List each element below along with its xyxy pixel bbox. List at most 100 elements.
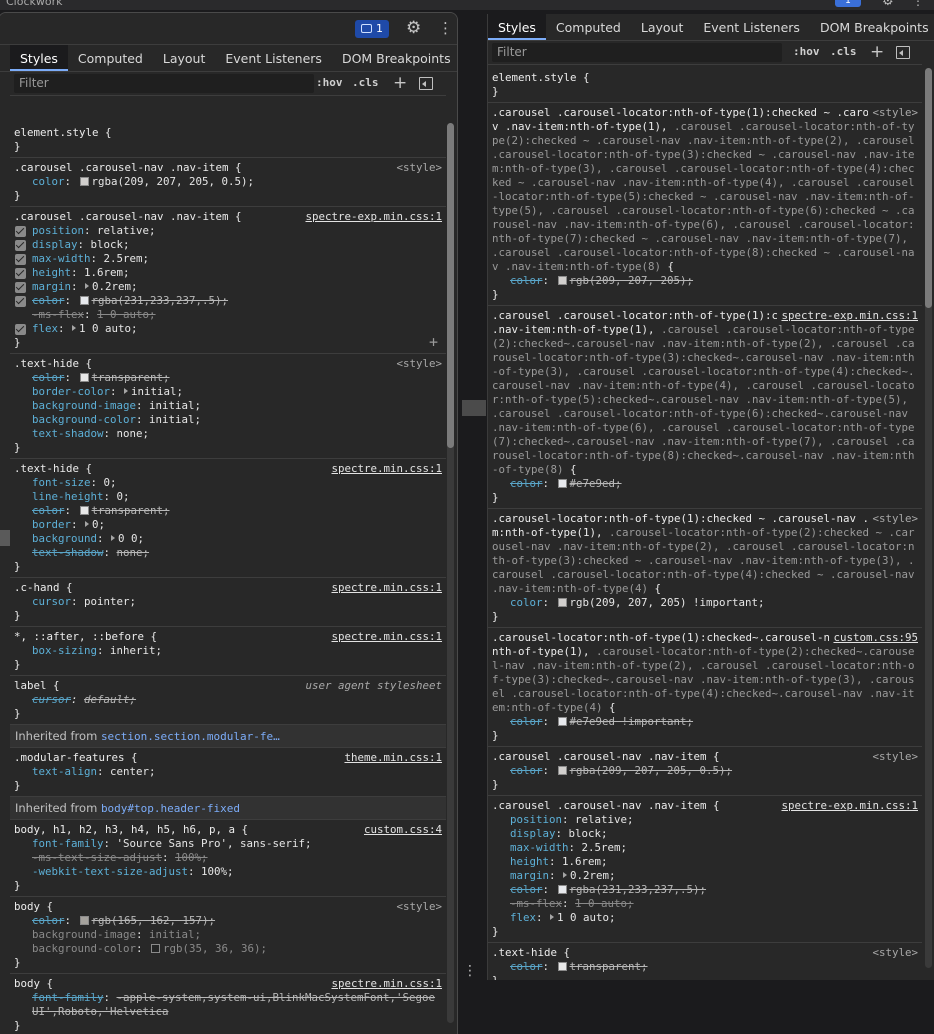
drawer-menu-icon[interactable]: ⋮ bbox=[463, 963, 477, 979]
css-property[interactable]: color: #e7e9ed !important; bbox=[492, 715, 918, 729]
css-property[interactable]: background-image: initial; bbox=[14, 928, 442, 942]
color-swatch[interactable] bbox=[557, 962, 567, 971]
css-property[interactable]: -ms-flex: 1 0 auto; bbox=[492, 897, 918, 911]
rule-source-link[interactable]: custom.css:4 bbox=[359, 823, 442, 837]
split-handle[interactable] bbox=[462, 400, 486, 416]
css-property[interactable]: color: rgba(231,233,237,.5); bbox=[492, 883, 918, 897]
css-property[interactable]: -ms-text-size-adjust: 100%; bbox=[14, 851, 442, 865]
rule-selector[interactable]: .carousel-locator:nth-of-type(1):checked… bbox=[492, 512, 918, 596]
color-swatch[interactable] bbox=[79, 373, 89, 382]
tab-dom-breakpoints[interactable]: DOM Breakpoints bbox=[810, 14, 934, 40]
css-property[interactable]: color: rgba(209, 207, 205, 0.5); bbox=[492, 764, 918, 778]
left-scrollbar[interactable] bbox=[447, 123, 454, 1023]
issues-button[interactable]: 1 bbox=[355, 20, 389, 38]
hover-state-button[interactable]: :hov bbox=[316, 76, 343, 89]
css-property[interactable]: background-color: rgb(35, 36, 36); bbox=[14, 942, 442, 956]
property-checkbox[interactable] bbox=[15, 254, 26, 265]
gear-icon[interactable]: ⚙ bbox=[406, 18, 421, 38]
rule-source-link[interactable]: <style> bbox=[868, 106, 918, 120]
rule-source-link[interactable]: spectre-exp.min.css:1 bbox=[777, 309, 918, 323]
color-swatch[interactable] bbox=[79, 916, 89, 925]
rule-source-link[interactable]: spectre-exp.min.css:1 bbox=[777, 799, 918, 813]
tab-event-listeners[interactable]: Event Listeners bbox=[215, 45, 332, 71]
css-property[interactable]: margin: 0.2rem; bbox=[14, 280, 442, 294]
rule-source-link[interactable]: spectre.min.css:1 bbox=[327, 462, 442, 476]
rule-source-link[interactable]: <style> bbox=[868, 750, 918, 764]
left-gutter-handle[interactable] bbox=[0, 530, 10, 546]
tab-dom-breakpoints[interactable]: DOM Breakpoints bbox=[332, 45, 457, 71]
css-property[interactable]: background-color: initial; bbox=[14, 413, 442, 427]
property-checkbox[interactable] bbox=[15, 282, 26, 293]
property-checkbox[interactable] bbox=[15, 226, 26, 237]
rule-source-link[interactable]: <style> bbox=[392, 357, 442, 371]
filter-input[interactable]: Filter bbox=[492, 43, 782, 62]
css-property[interactable]: max-width: 2.5rem; bbox=[492, 841, 918, 855]
color-swatch[interactable] bbox=[151, 944, 161, 953]
color-swatch[interactable] bbox=[557, 598, 567, 607]
css-property[interactable]: border-color: initial; bbox=[14, 385, 442, 399]
expand-triangle-icon[interactable] bbox=[111, 535, 116, 541]
css-property[interactable]: color: rgb(165, 162, 157); bbox=[14, 914, 442, 928]
class-toggle-button[interactable]: .cls bbox=[352, 76, 379, 89]
css-property[interactable]: max-width: 2.5rem; bbox=[14, 252, 442, 266]
css-property[interactable]: cursor: default; bbox=[14, 693, 442, 707]
css-property[interactable]: color: rgb(209, 207, 205); bbox=[492, 274, 918, 288]
css-property[interactable]: color: rgba(231,233,237,.5); bbox=[14, 294, 442, 308]
more-menu-icon[interactable]: ⋮ bbox=[912, 0, 924, 8]
color-swatch[interactable] bbox=[557, 479, 567, 488]
rule-selector[interactable]: .carousel .carousel-nav .nav-item { bbox=[492, 750, 918, 764]
css-property[interactable]: color: rgb(209, 207, 205) !important; bbox=[492, 596, 918, 610]
css-property[interactable]: -webkit-text-size-adjust: 100%; bbox=[14, 865, 442, 879]
css-property[interactable]: background: 0 0; bbox=[14, 532, 442, 546]
filter-input[interactable]: Filter bbox=[14, 74, 314, 93]
css-property[interactable]: box-sizing: inherit; bbox=[14, 644, 442, 658]
rule-source-link[interactable]: <style> bbox=[868, 512, 918, 526]
css-property[interactable]: flex: 1 0 auto; bbox=[14, 322, 442, 336]
rule-selector[interactable]: element.style { bbox=[492, 71, 918, 85]
expand-triangle-icon[interactable] bbox=[550, 914, 555, 920]
rule-selector[interactable]: .text-hide { bbox=[492, 946, 918, 960]
right-scrollbar[interactable] bbox=[925, 68, 932, 968]
css-property[interactable]: color: transparent; bbox=[492, 960, 918, 974]
tab-layout[interactable]: Layout bbox=[631, 14, 694, 40]
css-property[interactable]: height: 1.6rem; bbox=[492, 855, 918, 869]
css-property[interactable]: cursor: pointer; bbox=[14, 595, 442, 609]
css-property[interactable]: line-height: 0; bbox=[14, 490, 442, 504]
css-property[interactable]: text-align: center; bbox=[14, 765, 442, 779]
expand-triangle-icon[interactable] bbox=[124, 388, 129, 394]
new-rule-button[interactable]: + bbox=[870, 42, 884, 62]
css-property[interactable]: border: 0; bbox=[14, 518, 442, 532]
color-swatch[interactable] bbox=[79, 177, 89, 186]
add-property-icon[interactable]: + bbox=[429, 335, 438, 350]
css-property[interactable]: font-size: 0; bbox=[14, 476, 442, 490]
color-swatch[interactable] bbox=[557, 276, 567, 285]
expand-triangle-icon[interactable] bbox=[85, 283, 90, 289]
property-checkbox[interactable] bbox=[15, 240, 26, 251]
expand-triangle-icon[interactable] bbox=[72, 325, 77, 331]
tab-event-listeners[interactable]: Event Listeners bbox=[693, 14, 810, 40]
expand-triangle-icon[interactable] bbox=[85, 521, 90, 527]
property-checkbox[interactable] bbox=[15, 324, 26, 335]
color-swatch[interactable] bbox=[557, 885, 567, 894]
tab-computed[interactable]: Computed bbox=[68, 45, 153, 71]
property-checkbox[interactable] bbox=[15, 296, 26, 307]
rule-selector[interactable]: .text-hide { bbox=[14, 357, 442, 371]
tab-styles[interactable]: Styles bbox=[10, 45, 68, 71]
color-swatch[interactable] bbox=[557, 766, 567, 775]
more-menu-icon[interactable]: ⋮ bbox=[438, 19, 453, 37]
rule-source-link[interactable]: custom.css:95 bbox=[829, 631, 918, 645]
rule-source-link[interactable]: theme.min.css:1 bbox=[340, 751, 442, 765]
css-property[interactable]: text-shadow: none; bbox=[14, 427, 442, 441]
rule-source-link[interactable]: spectre.min.css:1 bbox=[327, 581, 442, 595]
css-property[interactable]: color: transparent; bbox=[14, 371, 442, 385]
class-toggle-button[interactable]: .cls bbox=[830, 45, 857, 58]
css-property[interactable]: font-family: 'Source Sans Pro', sans-ser… bbox=[14, 837, 442, 851]
color-swatch[interactable] bbox=[557, 717, 567, 726]
issues-badge[interactable]: 1 bbox=[835, 0, 861, 7]
css-property[interactable]: position: relative; bbox=[492, 813, 918, 827]
css-property[interactable]: display: block; bbox=[14, 238, 442, 252]
rule-selector[interactable]: .carousel .carousel-locator:nth-of-type(… bbox=[492, 309, 918, 477]
rule-source-link[interactable]: <style> bbox=[392, 161, 442, 175]
color-swatch[interactable] bbox=[79, 506, 89, 515]
rule-source-link[interactable]: user agent stylesheet bbox=[301, 679, 442, 693]
